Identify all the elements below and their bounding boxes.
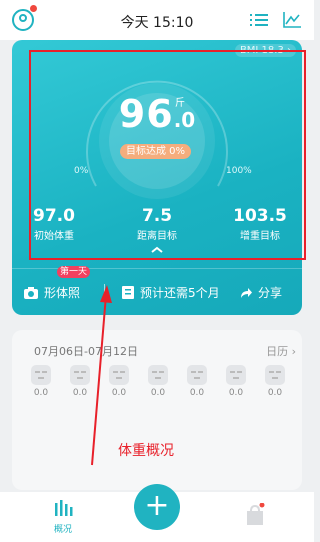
neutral-face-icon [70,365,90,385]
calendar-link[interactable]: 日历 › [266,343,296,359]
neutral-face-icon [226,365,246,385]
list-icon[interactable] [250,13,268,27]
day-value: 0.0 [267,388,283,398]
trend-chart-icon[interactable] [283,12,301,28]
day-value: 0.0 [150,388,166,398]
annotation-highlight-box [29,50,306,260]
body-photo-button[interactable]: 形体照 [24,284,80,301]
divider [104,284,105,298]
neutral-face-icon [31,365,51,385]
first-day-tag: 第一天 [57,266,91,278]
day-value: 0.0 [72,388,88,398]
annotation-label: 体重概况 [118,443,174,459]
neutral-face-icon [109,365,129,385]
day-record[interactable]: 0.0 [144,365,172,398]
share-arrow-icon [241,287,252,298]
neutral-face-icon [187,365,207,385]
tab-overview-label: 概况 [53,525,72,535]
forecast-info[interactable]: 预计还需5个月 [122,284,220,301]
weekly-record-card: 07月06日-07月12日 日历 › 0.0 0.0 0.0 0.0 0.0 0… [12,330,302,490]
day-record[interactable]: 0.0 [66,365,94,398]
day-record[interactable]: 0.0 [261,365,289,398]
day-record[interactable]: 0.0 [105,365,133,398]
neutral-face-icon [265,365,285,385]
neutral-face-icon [148,365,168,385]
share-label: 分享 [258,286,283,300]
add-record-button[interactable]: + [134,484,180,530]
bar-chart-icon [55,500,73,516]
day-record[interactable]: 0.0 [183,365,211,398]
top-bar: 今天 15:10 [0,0,314,40]
hourglass-icon [122,286,134,299]
day-record[interactable]: 0.0 [222,365,250,398]
day-value: 0.0 [228,388,244,398]
day-record[interactable]: 0.0 [27,365,55,398]
camera-icon [24,286,38,299]
shop-bag-icon[interactable] [244,503,266,527]
day-value: 0.0 [189,388,205,398]
day-value: 0.0 [33,388,49,398]
day-value: 0.0 [111,388,127,398]
tab-overview[interactable]: 概况 [48,500,78,535]
card-action-bar: 形体照 第一天 预计还需5个月 分享 [12,266,302,315]
share-button[interactable]: 分享 [240,284,282,301]
forecast-label: 预计还需5个月 [140,286,220,300]
date-range: 07月06日-07月12日 [34,345,138,358]
body-photo-label: 形体照 [44,286,81,300]
